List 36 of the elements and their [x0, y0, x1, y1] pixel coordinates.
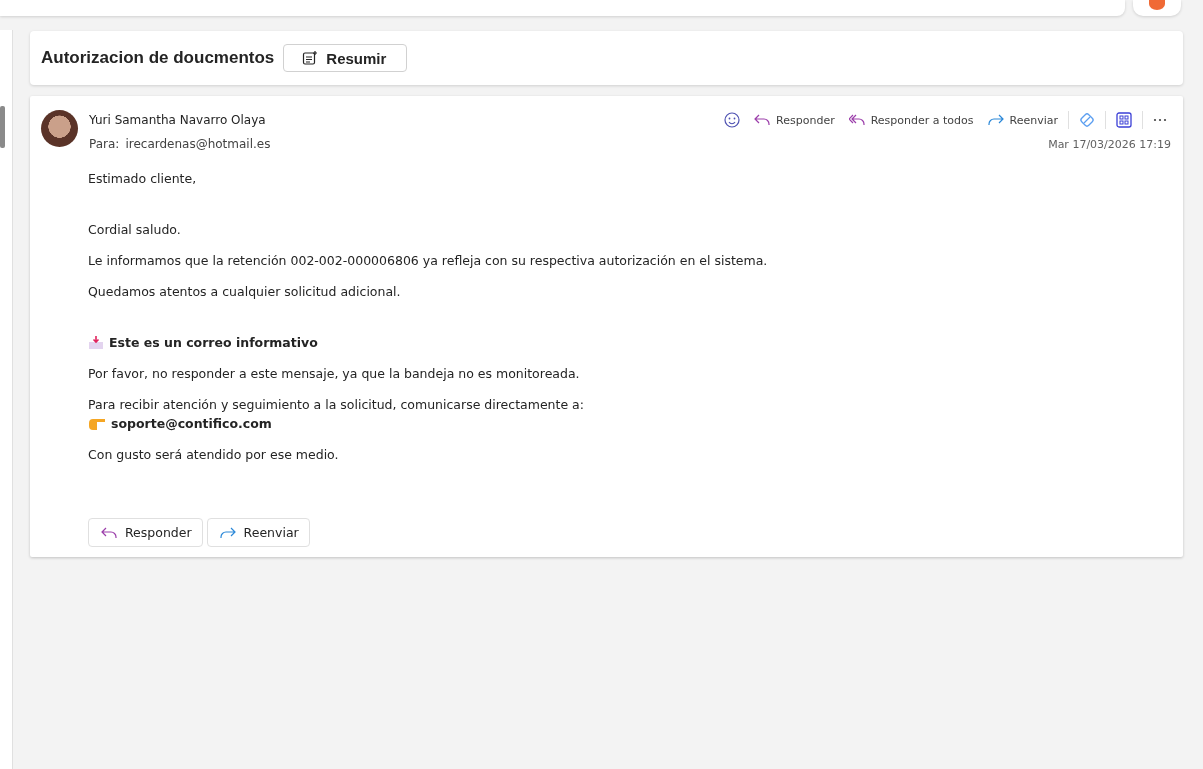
recipient-address: irecardenas@hotmail.es	[125, 137, 271, 151]
body-paragraph: Por favor, no responder a este mensaje, ya que la bandeja no es monitoreada.	[88, 366, 581, 381]
app-icon	[1148, 0, 1166, 10]
body-paragraph: Estimado cliente,	[88, 171, 198, 186]
reply-all-icon	[848, 114, 865, 126]
body-paragraph: Cordial saludo.	[88, 222, 182, 237]
forward-icon	[987, 114, 1004, 126]
contact-email: soporte@contifico.com	[111, 416, 272, 431]
subject-title: Autorizacion de doucmentos	[41, 48, 275, 68]
forward-icon	[219, 526, 236, 539]
to-label: Para:	[89, 137, 120, 151]
reply-icon	[754, 114, 771, 126]
message-date: Mar 17/03/2026 17:19	[1048, 137, 1171, 151]
apps-icon	[1116, 112, 1132, 128]
reply-icon	[101, 526, 117, 539]
diamond-icon	[1079, 112, 1095, 128]
forward-button[interactable]: Reenviar	[983, 111, 1062, 129]
sender-name: Yuri Samantha Navarro Olaya	[89, 113, 266, 127]
reply-button[interactable]: Responder	[88, 518, 203, 547]
pointing-hand-icon	[88, 416, 106, 431]
body-paragraph: Para recibir atención y seguimiento a la solicitud, comunicarse directamente a:	[88, 397, 585, 412]
notice-heading: Este es un correo informativo	[109, 335, 318, 350]
inbox-tray-icon	[88, 335, 104, 350]
smiley-icon	[724, 112, 741, 128]
body-paragraph: Con gusto será atendido por ese medio.	[88, 447, 340, 462]
forward-button[interactable]: Reenviar	[206, 518, 310, 547]
body-paragraph: Le informamos que la retención 002-002-000006806 ya refleja con su respectiva autorización en el sistema.	[88, 253, 769, 268]
reply-all-button[interactable]: Responder a todos	[844, 111, 978, 129]
summary-icon	[302, 50, 319, 66]
reply-button[interactable]: Responder	[750, 111, 839, 129]
avatar	[41, 110, 78, 147]
app-tile[interactable]	[1133, 0, 1181, 16]
more-icon	[1153, 118, 1167, 122]
summarize-button[interactable]: Resumir	[283, 44, 408, 72]
scrollbar-thumb[interactable]	[0, 106, 5, 148]
body-paragraph: Quedamos atentos a cualquier solicitud adicional.	[88, 284, 402, 299]
